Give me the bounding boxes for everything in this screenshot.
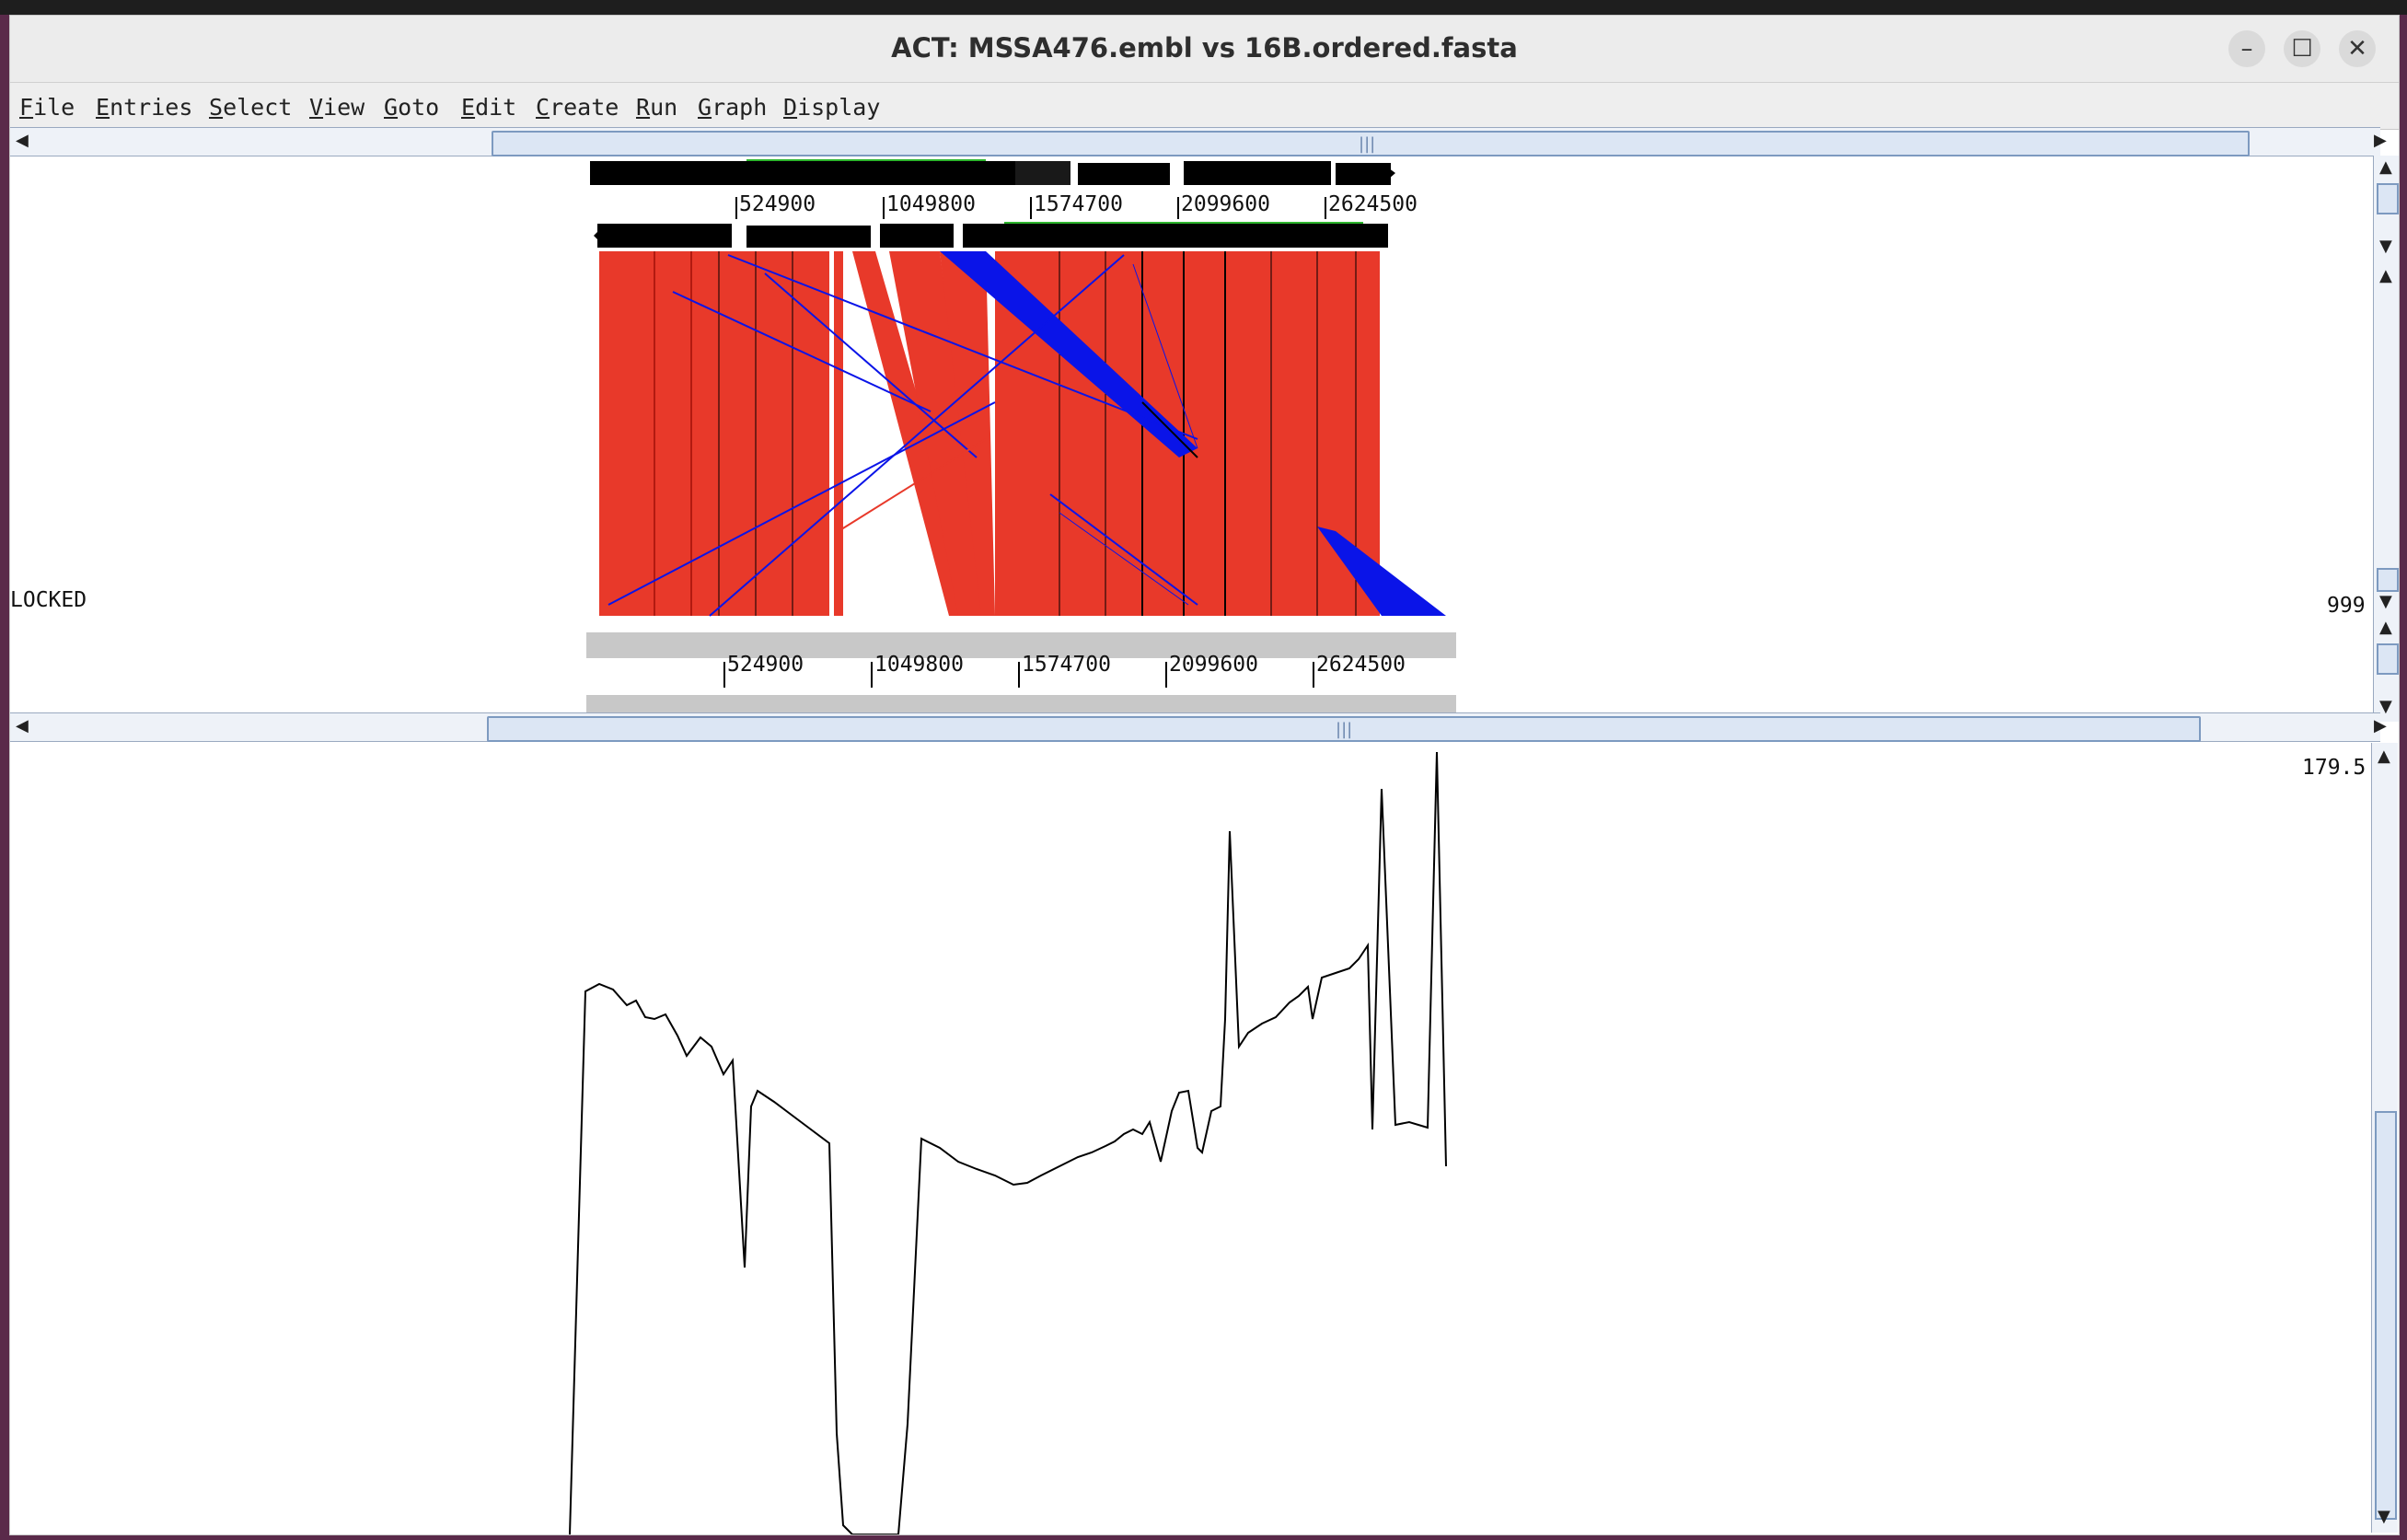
bottom-ruler-tick-label: 2624500 — [1316, 653, 1406, 677]
scroll-right-arrow-icon[interactable]: ▶ — [2374, 716, 2387, 735]
scroll-down-arrow-icon[interactable]: ▼ — [2378, 1507, 2390, 1526]
top-ruler-tick-label: 2099600 — [1181, 192, 1270, 216]
graph-plot — [569, 751, 1447, 1534]
bottom-ruler-tick-label: 1574700 — [1022, 653, 1111, 677]
scroll-up-arrow-icon[interactable]: ▲ — [2378, 747, 2390, 766]
top-ruler-tick-label: 2624500 — [1328, 192, 1418, 216]
top-ruler-tick-label: 1574700 — [1034, 192, 1123, 216]
bottom-ruler-tick-label: 2099600 — [1169, 653, 1258, 677]
graph-panel[interactable]: 179.5 — [10, 743, 2371, 1534]
bottom-ruler-tick-label: 1049800 — [874, 653, 964, 677]
graph-vertical-scrollbar[interactable]: ▲ ▼ — [2371, 743, 2398, 1533]
top-forward-feature-track[interactable] — [590, 159, 1395, 185]
top-reverse-feature-track[interactable] — [594, 222, 1388, 248]
top-ruler-tick-label: 1049800 — [886, 192, 976, 216]
scroll-left-arrow-icon[interactable]: ◀ — [16, 716, 29, 735]
bottom-horizontal-scrollbar[interactable]: ◀ ||| ▶ — [10, 712, 2387, 742]
scrollbar-thumb[interactable]: ||| — [487, 716, 2201, 742]
scrollbar-thumb[interactable] — [2375, 1111, 2397, 1520]
top-ruler-tick-label: 524900 — [739, 192, 816, 216]
grip-icon: ||| — [1336, 720, 1353, 739]
comparison-view[interactable] — [10, 16, 2399, 743]
forward-match-blocks[interactable] — [599, 251, 1380, 616]
desktop-top-strip — [0, 0, 2407, 15]
act-window: ACT: MSSA476.embl vs 16B.ordered.fasta –… — [9, 15, 2400, 1535]
graph-max-label: 179.5 — [2302, 756, 2366, 780]
bottom-ruler-tick-label: 524900 — [727, 653, 804, 677]
